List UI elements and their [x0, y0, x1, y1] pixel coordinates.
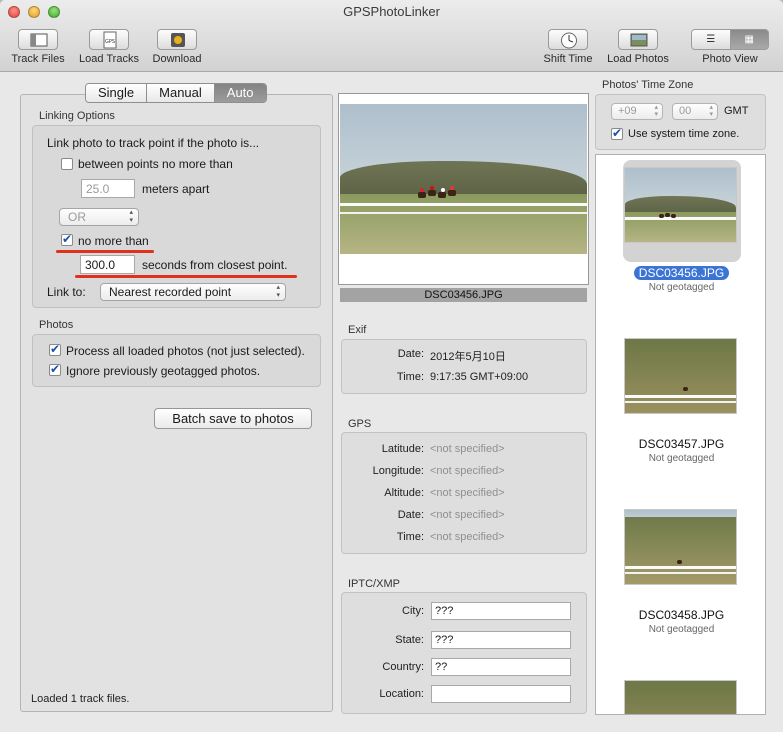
- photo-status: Not geotagged: [648, 453, 715, 464]
- photo-name[interactable]: DSC03456.JPG: [596, 266, 765, 280]
- photo-name[interactable]: DSC03458.JPG: [596, 608, 765, 622]
- gps-document-icon: GPS: [89, 29, 129, 50]
- link-to-label: Link to:: [47, 285, 86, 299]
- photo-thumbnail[interactable]: [624, 509, 737, 585]
- photo-preview: [338, 93, 589, 285]
- exif-date-label: Date:: [397, 348, 424, 360]
- iptc-country-label: Country:: [382, 661, 424, 673]
- gps-longitude-value: <not specified>: [430, 465, 505, 477]
- linking-options-title: Linking Options: [39, 110, 115, 122]
- gps-date-value: <not specified>: [430, 509, 505, 521]
- annotation-underline: [56, 250, 154, 253]
- mode-segmented-control[interactable]: Single Manual Auto: [85, 83, 267, 103]
- svg-text:GPS: GPS: [105, 39, 115, 45]
- photos-group: [32, 334, 321, 387]
- photo-thumbnail[interactable]: [624, 680, 737, 714]
- grid-view-icon[interactable]: ▦: [729, 30, 768, 49]
- meters-field[interactable]: 25.0: [81, 179, 135, 198]
- window-title: GPSPhotoLinker: [343, 4, 440, 19]
- photo-name[interactable]: DSC03457.JPG: [596, 437, 765, 451]
- location-field[interactable]: [431, 685, 571, 703]
- tab-manual[interactable]: Manual: [146, 84, 214, 102]
- seconds-field[interactable]: 300.0: [80, 255, 135, 274]
- gps-altitude-label: Altitude:: [384, 487, 424, 499]
- gps-title: GPS: [348, 418, 372, 430]
- photo-thumbnail[interactable]: [624, 338, 737, 414]
- clock-icon: [548, 29, 588, 50]
- exif-date-value: 2012年5月10日: [430, 351, 506, 363]
- photo-status: Not geotagged: [648, 624, 715, 635]
- timezone-title: Photos' Time Zone: [602, 79, 694, 91]
- app-window: GPSPhotoLinker Track Files GPS Load Trac…: [0, 0, 783, 732]
- gps-date-label: Date:: [397, 509, 424, 521]
- download-button[interactable]: Download: [146, 29, 208, 65]
- photo-icon: [618, 29, 658, 50]
- photos-group-title: Photos: [39, 319, 74, 331]
- gps-latitude-label: Latitude:: [381, 443, 424, 455]
- tz-minutes-popup[interactable]: 00: [672, 103, 718, 120]
- photo-status: Not geotagged: [648, 282, 715, 293]
- state-field[interactable]: ???: [431, 631, 571, 649]
- linking-intro-text: Link photo to track point if the photo i…: [47, 136, 260, 150]
- iptc-city-label: City:: [402, 605, 424, 617]
- gps-time-label: Time:: [396, 531, 424, 543]
- city-field[interactable]: ???: [431, 602, 571, 620]
- load-tracks-button[interactable]: GPS Load Tracks: [74, 29, 144, 65]
- meters-label: meters apart: [142, 182, 210, 196]
- between-points-checkbox[interactable]: [61, 158, 73, 170]
- photo-thumbnail[interactable]: [624, 167, 737, 243]
- no-more-than-checkbox[interactable]: [61, 232, 73, 246]
- status-text: Loaded 1 track files.: [31, 693, 130, 705]
- ignore-geotagged-label: Ignore previously geotagged photos.: [66, 364, 261, 378]
- tab-single[interactable]: Single: [86, 84, 147, 102]
- gps-altitude-value: <not specified>: [430, 487, 505, 499]
- seconds-label: seconds from closest point.: [142, 258, 288, 272]
- gps-longitude-label: Longitude:: [372, 465, 424, 477]
- process-all-checkbox[interactable]: [49, 342, 61, 356]
- link-to-popup[interactable]: Nearest recorded point: [100, 283, 286, 301]
- use-system-tz-checkbox[interactable]: [611, 126, 623, 140]
- exif-time-label: Time:: [396, 371, 424, 383]
- between-points-label: between points no more than: [78, 157, 233, 171]
- iptc-state-label: State:: [395, 634, 424, 646]
- annotation-underline: [75, 275, 297, 278]
- tz-hours-popup[interactable]: +09: [611, 103, 663, 120]
- preview-caption: DSC03456.JPG: [340, 288, 587, 302]
- iptc-location-label: Location:: [379, 688, 424, 700]
- no-more-than-label: no more than: [78, 234, 149, 248]
- gps-latitude-value: <not specified>: [430, 443, 505, 455]
- country-field[interactable]: ??: [431, 658, 571, 676]
- or-popup[interactable]: OR: [59, 208, 139, 226]
- exif-time-value: 9:17:35 GMT+09:00: [430, 371, 529, 383]
- batch-save-button[interactable]: Batch save to photos: [154, 408, 312, 429]
- track-files-button[interactable]: Track Files: [6, 29, 70, 65]
- iptc-title: IPTC/XMP: [348, 578, 400, 590]
- list-view-icon[interactable]: ☰: [692, 30, 730, 49]
- ignore-geotagged-checkbox[interactable]: [49, 362, 61, 376]
- tab-auto[interactable]: Auto: [213, 84, 266, 102]
- use-system-tz-label: Use system time zone.: [628, 128, 740, 140]
- process-all-label: Process all loaded photos (not just sele…: [66, 344, 305, 358]
- gps-time-value: <not specified>: [430, 531, 505, 543]
- download-device-icon: [157, 29, 197, 50]
- title-toolbar: GPSPhotoLinker Track Files GPS Load Trac…: [0, 0, 783, 72]
- shift-time-button[interactable]: Shift Time: [538, 29, 598, 65]
- gmt-label: GMT: [724, 105, 749, 117]
- load-photos-button[interactable]: Load Photos: [602, 29, 674, 65]
- photo-view-control[interactable]: ☰ ▦ Photo View: [680, 29, 780, 65]
- exif-title: Exif: [348, 324, 367, 336]
- sidebar-panel-icon: [18, 29, 58, 50]
- photo-list[interactable]: DSC03456.JPG Not geotagged DSC03457.JPG …: [595, 154, 766, 715]
- preview-image: [340, 104, 587, 254]
